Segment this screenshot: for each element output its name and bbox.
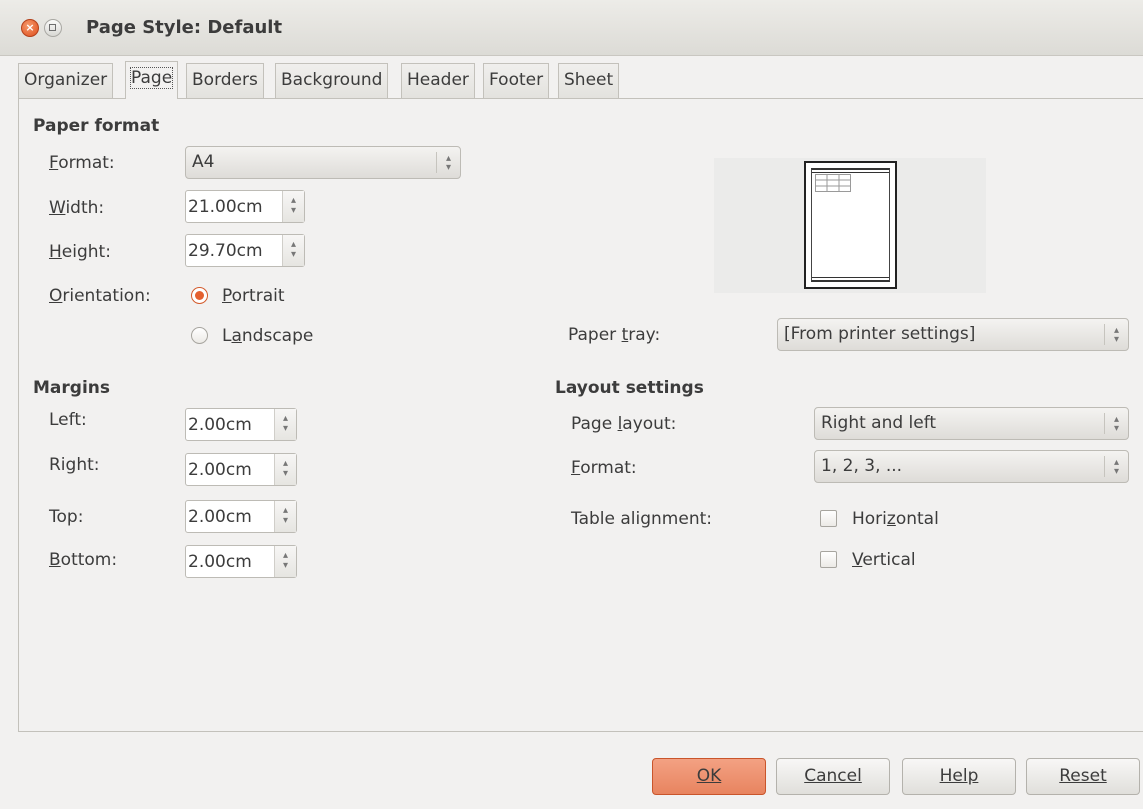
paper-tray-dropdown[interactable]: [From printer settings] ▴ ▾ xyxy=(777,318,1129,351)
tab-label: Background xyxy=(281,70,383,90)
tab-header[interactable]: Header xyxy=(401,63,475,98)
right-margin-input[interactable] xyxy=(186,454,272,485)
spin-arrows-icon[interactable]: ▴ ▾ xyxy=(282,235,304,266)
bottom-margin-label: Bottom: xyxy=(49,550,118,570)
margins-heading: Margins xyxy=(33,378,110,398)
maximize-window-icon[interactable] xyxy=(44,19,62,37)
format-label: Format: xyxy=(49,153,115,173)
dropdown-arrows-icon: ▴ ▾ xyxy=(1104,324,1128,345)
tab-organizer[interactable]: Organizer xyxy=(18,63,114,98)
window-title: Page Style: Default xyxy=(86,17,283,38)
top-margin-label: Top: xyxy=(49,507,84,527)
format-dropdown[interactable]: A4 ▴ ▾ xyxy=(185,146,461,179)
numbering-format-value: 1, 2, 3, ... xyxy=(821,456,903,476)
paper-format-heading: Paper format xyxy=(33,116,160,136)
tab-sheet[interactable]: Sheet xyxy=(558,63,620,98)
height-label: Height: xyxy=(49,242,111,262)
page-layout-value: Right and left xyxy=(821,413,937,433)
cancel-button-label: Cancel xyxy=(804,766,862,786)
numbering-format-label: Format: xyxy=(571,458,637,478)
help-button[interactable]: Help xyxy=(902,758,1016,795)
landscape-label[interactable]: Landscape xyxy=(222,326,313,346)
ok-button[interactable]: OK xyxy=(652,758,766,795)
vertical-checkbox[interactable] xyxy=(820,551,837,568)
tab-label: Footer xyxy=(489,70,544,90)
spin-arrows-icon[interactable]: ▴ ▾ xyxy=(274,546,296,577)
numbering-format-dropdown[interactable]: 1, 2, 3, ... ▴ ▾ xyxy=(814,450,1129,483)
tab-label: Sheet xyxy=(564,70,614,90)
tab-label: Page xyxy=(129,67,174,89)
help-button-label: Help xyxy=(939,766,979,786)
height-spinfield[interactable]: ▴▾ xyxy=(185,234,305,267)
tab-label: Borders xyxy=(192,70,258,90)
portrait-label[interactable]: Portrait xyxy=(222,286,285,306)
page-preview-footer-line xyxy=(812,277,889,278)
height-input[interactable] xyxy=(186,235,272,266)
spin-arrows-icon[interactable]: ▴ ▾ xyxy=(282,191,304,222)
page-layout-label: Page layout: xyxy=(571,414,677,434)
horizontal-label[interactable]: Horizontal xyxy=(852,509,939,529)
left-margin-label: Left: xyxy=(49,410,87,430)
paper-tray-value: [From printer settings] xyxy=(784,324,976,344)
spin-arrows-icon[interactable]: ▴ ▾ xyxy=(274,501,296,532)
close-window-icon[interactable]: × xyxy=(21,19,39,37)
page-layout-dropdown[interactable]: Right and left ▴ ▾ xyxy=(814,407,1129,440)
bottom-margin-input[interactable] xyxy=(186,546,272,577)
width-label: Width: xyxy=(49,198,105,218)
spin-arrows-icon[interactable]: ▴ ▾ xyxy=(274,409,296,440)
table-icon xyxy=(815,174,851,192)
left-margin-input[interactable] xyxy=(186,409,272,440)
right-margin-spinfield[interactable]: ▴▾ xyxy=(185,453,297,486)
width-input[interactable] xyxy=(186,191,272,222)
width-spinfield[interactable]: ▴▾ xyxy=(185,190,305,223)
right-margin-label: Right: xyxy=(49,455,100,475)
dropdown-arrows-icon: ▴ ▾ xyxy=(1104,413,1128,434)
layout-settings-heading: Layout settings xyxy=(555,378,704,398)
vertical-label[interactable]: Vertical xyxy=(852,550,916,570)
dropdown-arrows-icon: ▴ ▾ xyxy=(1104,456,1128,477)
format-dropdown-value: A4 xyxy=(192,152,215,172)
tab-label: Header xyxy=(407,70,469,90)
orientation-label: Orientation: xyxy=(49,286,151,306)
left-margin-spinfield[interactable]: ▴▾ xyxy=(185,408,297,441)
page-preview-header-line xyxy=(812,172,889,173)
spin-arrows-icon[interactable]: ▴ ▾ xyxy=(274,454,296,485)
horizontal-checkbox[interactable] xyxy=(820,510,837,527)
landscape-radio[interactable] xyxy=(191,327,208,344)
tab-background[interactable]: Background xyxy=(275,63,389,98)
bottom-margin-spinfield[interactable]: ▴▾ xyxy=(185,545,297,578)
tab-label: Organizer xyxy=(24,70,108,90)
cancel-button[interactable]: Cancel xyxy=(776,758,890,795)
tab-page[interactable]: Page xyxy=(125,61,179,99)
reset-button-label: Reset xyxy=(1059,766,1107,786)
tab-footer[interactable]: Footer xyxy=(483,63,550,98)
tab-borders[interactable]: Borders xyxy=(186,63,264,98)
ok-button-label: OK xyxy=(696,766,722,786)
top-margin-spinfield[interactable]: ▴▾ xyxy=(185,500,297,533)
paper-tray-label: Paper tray: xyxy=(568,325,661,345)
dropdown-arrows-icon: ▴ ▾ xyxy=(436,152,460,173)
table-alignment-label: Table alignment: xyxy=(571,509,712,529)
portrait-radio[interactable] xyxy=(191,287,208,304)
reset-button[interactable]: Reset xyxy=(1026,758,1140,795)
top-margin-input[interactable] xyxy=(186,501,272,532)
